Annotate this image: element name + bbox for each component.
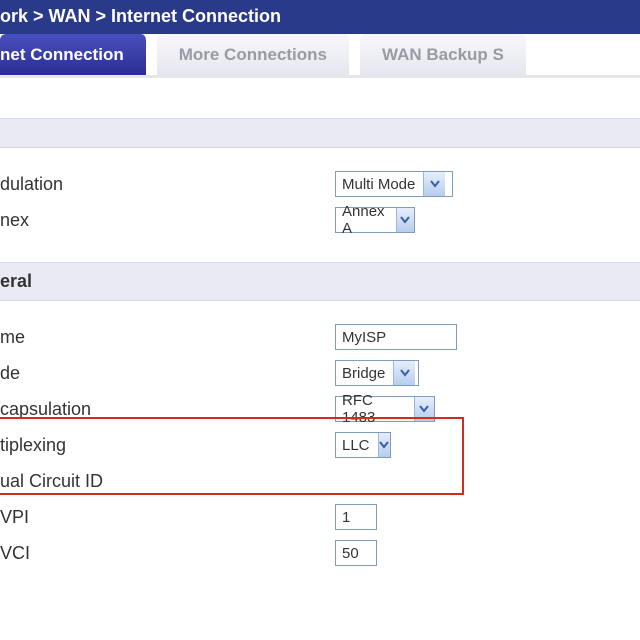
form-area-2: me de Bridge capsulation RFC 1483	[0, 301, 640, 571]
row-vpi: VPI	[0, 499, 640, 535]
chevron-down-icon	[378, 433, 390, 457]
label-vci: VCI	[0, 543, 335, 564]
breadcrumb-p1: WAN	[49, 6, 91, 27]
breadcrumb-p0: ork	[0, 6, 28, 27]
tab-internet-connection[interactable]: net Connection	[0, 34, 147, 75]
tab-label: WAN Backup S	[382, 45, 504, 65]
label-modulation: dulation	[0, 174, 335, 195]
chevron-down-icon	[396, 208, 414, 232]
row-modulation: dulation Multi Mode	[0, 166, 640, 202]
multiplexing-value: LLC	[336, 437, 378, 454]
breadcrumb-p2: Internet Connection	[111, 6, 281, 27]
row-encapsulation: capsulation RFC 1483	[0, 391, 640, 427]
mode-value: Bridge	[336, 365, 393, 382]
name-input[interactable]	[335, 324, 457, 350]
vpi-input[interactable]	[335, 504, 377, 530]
section-header-1	[0, 118, 640, 148]
tab-bar: net Connection More Connections WAN Back…	[0, 34, 640, 78]
encapsulation-value: RFC 1483	[336, 392, 414, 426]
section-header-general: eral	[0, 262, 640, 301]
row-mode: de Bridge	[0, 355, 640, 391]
multiplexing-select[interactable]: LLC	[335, 432, 391, 458]
row-virtual-circuit: ual Circuit ID	[0, 463, 640, 499]
label-vpi: VPI	[0, 507, 335, 528]
chevron-down-icon	[393, 361, 415, 385]
label-multiplexing: tiplexing	[0, 435, 335, 456]
label-mode: de	[0, 363, 335, 384]
row-name: me	[0, 319, 640, 355]
label-virtual-circuit: ual Circuit ID	[0, 471, 335, 492]
tab-more-connections[interactable]: More Connections	[157, 34, 350, 75]
breadcrumb-sep2: >	[91, 6, 112, 27]
modulation-value: Multi Mode	[336, 176, 423, 193]
form-area-1: dulation Multi Mode nex Annex A	[0, 148, 640, 238]
annex-select[interactable]: Annex A	[335, 207, 415, 233]
modulation-select[interactable]: Multi Mode	[335, 171, 453, 197]
tab-label: net Connection	[0, 45, 124, 65]
tab-wan-backup[interactable]: WAN Backup S	[360, 34, 527, 75]
section-title: eral	[0, 271, 32, 291]
tab-label: More Connections	[179, 45, 327, 65]
label-name: me	[0, 327, 335, 348]
breadcrumb-sep: >	[28, 6, 49, 27]
annex-value: Annex A	[336, 203, 396, 237]
label-annex: nex	[0, 210, 335, 231]
chevron-down-icon	[423, 172, 445, 196]
chevron-down-icon	[414, 397, 435, 421]
row-multiplexing: tiplexing LLC	[0, 427, 640, 463]
label-encapsulation: capsulation	[0, 399, 335, 420]
breadcrumb: ork > WAN > Internet Connection	[0, 0, 640, 34]
mode-select[interactable]: Bridge	[335, 360, 419, 386]
row-vci: VCI	[0, 535, 640, 571]
encapsulation-select[interactable]: RFC 1483	[335, 396, 435, 422]
row-annex: nex Annex A	[0, 202, 640, 238]
vci-input[interactable]	[335, 540, 377, 566]
